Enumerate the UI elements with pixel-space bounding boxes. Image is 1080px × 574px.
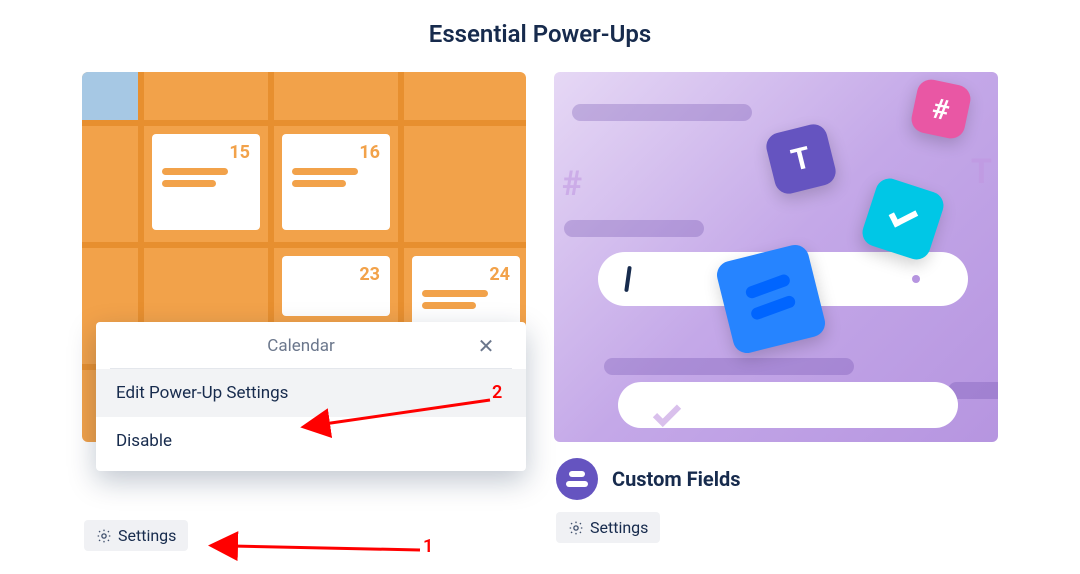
custom-fields-icon: [556, 458, 598, 500]
annotation-1: 1: [423, 536, 433, 557]
settings-button-custom-fields[interactable]: Settings: [556, 512, 660, 543]
popup-item-edit-settings[interactable]: Edit Power-Up Settings: [96, 369, 526, 417]
card-calendar: 15 16 23 24 Settin: [82, 72, 526, 551]
settings-button-calendar[interactable]: Settings: [84, 520, 188, 551]
gear-icon: [96, 528, 112, 544]
custom-fields-title: Custom Fields: [612, 467, 741, 491]
day-15: 15: [162, 142, 250, 163]
close-icon[interactable]: ✕: [476, 336, 496, 356]
card-footer-cf: Custom Fields: [554, 442, 998, 500]
card-custom-fields: # T # T Custom Fields: [554, 72, 998, 551]
hash-ghost-icon: #: [562, 164, 582, 204]
annotation-2: 2: [492, 382, 502, 403]
day-23: 23: [292, 264, 380, 285]
popup-item-disable[interactable]: Disable: [96, 417, 526, 465]
day-16: 16: [292, 142, 380, 163]
popup-title: Calendar: [126, 336, 476, 356]
settings-label: Settings: [590, 518, 648, 537]
page-title: Essential Power-Ups: [0, 0, 1080, 72]
t-tile-icon: T: [763, 121, 838, 196]
cards-row: 15 16 23 24 Settin: [0, 72, 1080, 551]
custom-fields-illustration: # T # T: [554, 72, 998, 442]
day-24: 24: [422, 264, 510, 285]
check-tile-icon: [859, 175, 947, 263]
hash-tile-icon: #: [909, 77, 973, 141]
settings-label: Settings: [118, 526, 176, 545]
gear-icon: [568, 520, 584, 536]
calendar-popup: Calendar ✕ Edit Power-Up Settings Disabl…: [96, 322, 526, 471]
t-ghost-icon: T: [971, 152, 992, 192]
